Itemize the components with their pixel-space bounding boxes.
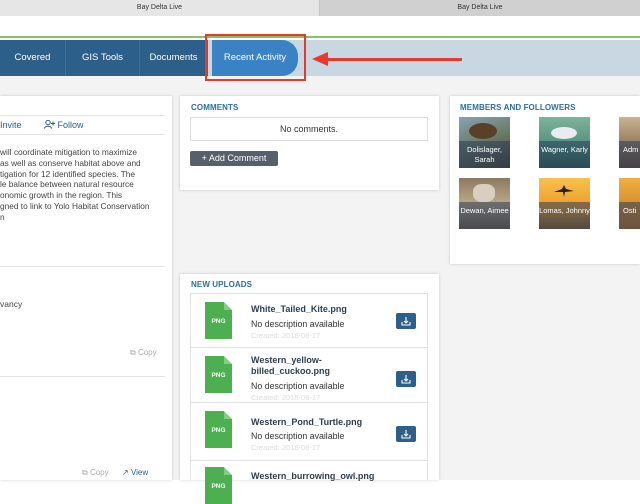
upload-item[interactable]: PNG Western_Pond_Turtle.png No descripti… — [190, 402, 428, 464]
download-icon — [401, 430, 411, 439]
member-photo — [554, 185, 574, 197]
org-name: vancy — [0, 299, 23, 309]
file-name[interactable]: Western_yellow- billed_cuckoo.png — [251, 355, 330, 377]
member-tile[interactable]: Lomas, Johnny — [539, 178, 590, 229]
annotation-arrow — [326, 58, 462, 61]
file-description: No description available — [251, 319, 345, 329]
comments-empty: No comments. — [190, 117, 428, 141]
divider — [0, 134, 165, 135]
highlight-box — [205, 34, 306, 81]
members-title: MEMBERS AND FOLLOWERS — [460, 103, 576, 112]
member-name: Dewan, Aimee — [459, 202, 510, 229]
page-header — [0, 16, 640, 36]
download-icon — [401, 317, 411, 326]
file-description: No description available — [251, 431, 345, 441]
member-name: Adm — [619, 141, 640, 168]
invite-link[interactable]: Invite — [0, 120, 22, 130]
upload-item[interactable]: PNG White_Tailed_Kite.png No description… — [190, 293, 428, 355]
file-name[interactable]: Western_Pond_Turtle.png — [251, 417, 362, 428]
comments-title: COMMENTS — [191, 103, 239, 112]
tab-documents[interactable]: Documents — [140, 40, 208, 76]
browser-tab-strip: Bay Delta Live Bay Delta Live — [0, 0, 640, 16]
member-tile[interactable]: Dewan, Aimee — [459, 178, 510, 229]
member-name: Osti — [619, 202, 640, 229]
browser-tab-active[interactable]: Bay Delta Live — [320, 0, 640, 16]
tab-covered-species[interactable]: Covered Species — [0, 40, 66, 99]
png-file-icon: PNG — [205, 356, 232, 393]
copy-icon: ⧉ — [82, 468, 88, 477]
divider — [0, 376, 165, 377]
png-file-icon: PNG — [205, 467, 232, 504]
member-photo — [469, 123, 497, 139]
file-created: Created: 2018-08-17 — [251, 393, 321, 402]
file-created: Created: 2018-08-17 — [251, 443, 321, 452]
arrow-head-icon — [312, 52, 328, 66]
tab-gis-tools[interactable]: GIS Tools — [66, 40, 140, 76]
project-description: will coordinate mitigation to maximize a… — [0, 147, 150, 222]
copy-label: Copy — [89, 468, 109, 477]
divider — [0, 115, 165, 116]
member-tile[interactable]: Osti — [619, 178, 640, 229]
user-plus-icon — [44, 119, 55, 129]
member-tile[interactable]: Wagner, Karly — [539, 117, 590, 168]
divider — [0, 266, 165, 267]
member-name: Dolislager, Sarah — [459, 141, 510, 168]
add-comment-button[interactable]: + Add Comment — [190, 151, 278, 166]
member-photo — [551, 127, 577, 139]
browser-tab[interactable]: Bay Delta Live — [0, 0, 320, 16]
file-created: Created: 2018-08-17 — [251, 331, 321, 340]
member-tile[interactable]: Dolislager, Sarah — [459, 117, 510, 168]
download-button[interactable] — [396, 371, 416, 387]
view-label: View — [130, 468, 149, 477]
external-link-icon: ↗ — [122, 468, 129, 477]
follow-link[interactable]: Follow — [44, 119, 84, 130]
file-name[interactable]: Western_burrowing_owl.png — [251, 471, 374, 482]
file-name[interactable]: White_Tailed_Kite.png — [251, 304, 347, 315]
png-file-icon: PNG — [205, 411, 232, 448]
member-name: Lomas, Johnny — [539, 202, 590, 229]
uploads-title: NEW UPLOADS — [191, 280, 253, 289]
upload-item[interactable]: PNG Western_yellow- billed_cuckoo.png No… — [190, 347, 428, 409]
download-button[interactable] — [396, 313, 416, 329]
download-icon — [401, 375, 411, 384]
project-info-card: Invite Follow will coordinate mitigation… — [0, 96, 172, 480]
copy-button[interactable]: ⧉ Copy — [130, 348, 157, 358]
view-link[interactable]: ↗ View — [122, 468, 148, 477]
member-name: Wagner, Karly — [539, 141, 590, 168]
file-description: No description available — [251, 381, 345, 391]
download-button[interactable] — [396, 426, 416, 442]
copy-button[interactable]: ⧉ Copy — [82, 468, 109, 478]
member-photo — [473, 184, 495, 202]
plus-icon: + — [201, 153, 209, 163]
upload-item[interactable]: PNG Western_burrowing_owl.png — [190, 460, 428, 504]
add-comment-label: Add Comment — [208, 153, 267, 163]
invite-label: Invite — [0, 120, 22, 130]
png-file-icon: PNG — [205, 302, 232, 339]
copy-icon: ⧉ — [130, 348, 136, 357]
copy-label: Copy — [137, 348, 157, 357]
member-tile[interactable]: Adm — [619, 117, 640, 168]
header-divider — [0, 36, 640, 38]
follow-label: Follow — [57, 120, 84, 130]
